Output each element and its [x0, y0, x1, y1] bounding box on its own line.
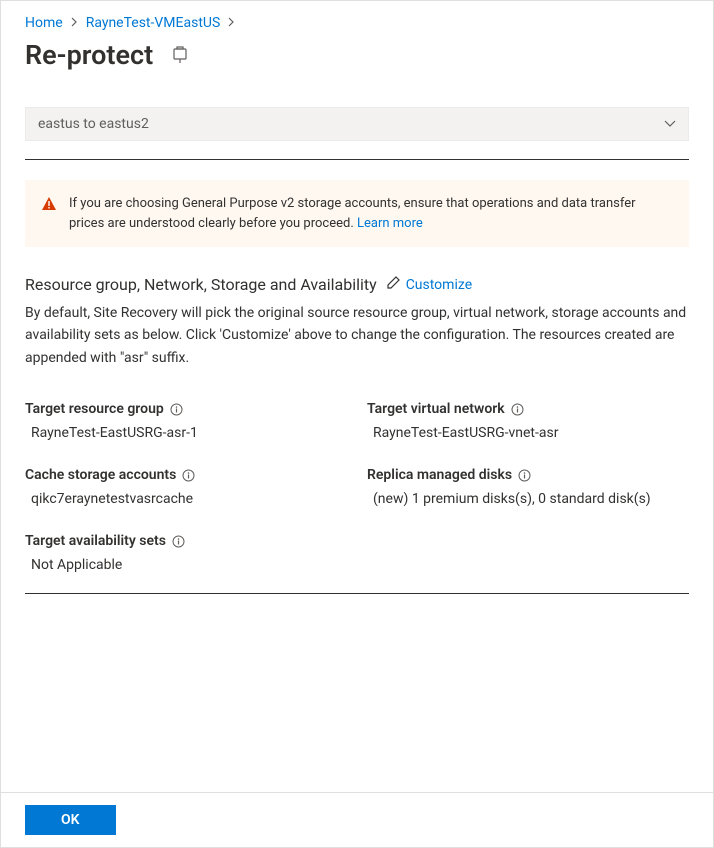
replica-managed-disks-field: Replica managed disks (new) 1 premium di…: [367, 467, 689, 507]
target-availability-sets-field: Target availability sets Not Applicable: [25, 533, 347, 573]
field-value: (new) 1 premium disks(s), 0 standard dis…: [367, 491, 689, 507]
target-virtual-network-field: Target virtual network RayneTest-EastUSR…: [367, 401, 689, 441]
section-description: By default, Site Recovery will pick the …: [25, 302, 689, 369]
info-icon[interactable]: [518, 469, 531, 482]
field-label: Replica managed disks: [367, 467, 512, 483]
warning-alert: If you are choosing General Purpose v2 s…: [25, 180, 689, 247]
field-label: Cache storage accounts: [25, 467, 176, 483]
cache-storage-field: Cache storage accounts qikc7eraynetestva…: [25, 467, 347, 507]
customize-label: Customize: [406, 277, 472, 293]
field-value: qikc7eraynetestvasrcache: [25, 491, 347, 507]
page-title: Re-protect: [25, 39, 153, 71]
divider: [25, 593, 689, 594]
warning-icon: [41, 196, 57, 216]
chevron-down-icon: [664, 116, 676, 132]
breadcrumb-vm[interactable]: RayneTest-VMEastUS: [86, 15, 221, 31]
field-label: Target resource group: [25, 401, 164, 417]
dropdown-selected: eastus to eastus2: [38, 116, 149, 132]
field-value: Not Applicable: [25, 557, 347, 573]
field-value: RayneTest-EastUSRG-vnet-asr: [367, 425, 689, 441]
breadcrumb: Home RayneTest-VMEastUS: [25, 15, 689, 31]
info-icon[interactable]: [172, 535, 185, 548]
field-label: Target virtual network: [367, 401, 505, 417]
footer: OK: [1, 792, 713, 847]
edit-icon: [387, 276, 400, 293]
divider: [25, 159, 689, 160]
section-title: Resource group, Network, Storage and Ava…: [25, 275, 377, 294]
customize-button[interactable]: Customize: [387, 276, 472, 293]
learn-more-link[interactable]: Learn more: [357, 216, 423, 231]
target-resource-group-field: Target resource group RayneTest-EastUSRG…: [25, 401, 347, 441]
alert-text: If you are choosing General Purpose v2 s…: [69, 194, 673, 233]
info-icon[interactable]: [182, 469, 195, 482]
ok-button[interactable]: OK: [25, 805, 116, 835]
info-icon[interactable]: [170, 403, 183, 416]
direction-dropdown[interactable]: eastus to eastus2: [25, 107, 689, 141]
pin-icon[interactable]: [171, 46, 189, 64]
chevron-right-icon: [228, 17, 235, 30]
chevron-right-icon: [71, 17, 78, 30]
field-value: RayneTest-EastUSRG-asr-1: [25, 425, 347, 441]
field-label: Target availability sets: [25, 533, 166, 549]
breadcrumb-home[interactable]: Home: [25, 15, 63, 31]
info-icon[interactable]: [511, 403, 524, 416]
